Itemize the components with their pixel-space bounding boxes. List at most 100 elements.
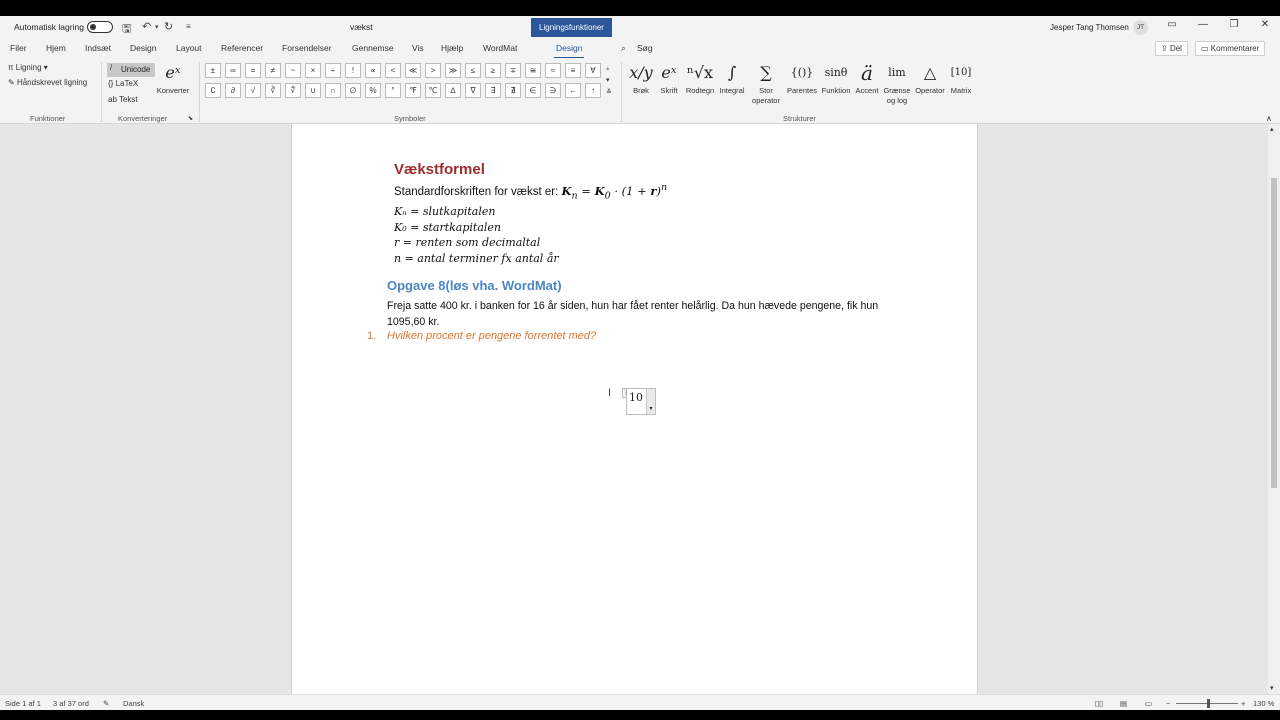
ribbon-display-options-icon[interactable]: ▭ (1162, 19, 1182, 30)
save-icon[interactable]: 🖫 (122, 20, 131, 39)
symbol-button[interactable]: ≪ (405, 63, 421, 78)
symbol-button[interactable]: = (245, 63, 261, 78)
symbol-button[interactable]: ← (565, 83, 581, 98)
restore-icon[interactable]: ❐ (1224, 19, 1244, 30)
tab-referencer[interactable]: Referencer (221, 43, 263, 53)
vertical-scrollbar[interactable]: ▴ ▾ (1268, 124, 1280, 694)
symbol-button[interactable]: ≠ (265, 63, 281, 78)
symbol-button[interactable]: ∄ (505, 83, 521, 98)
undo-dropdown-icon[interactable]: ▾ (155, 23, 159, 31)
large-operator-button[interactable]: ∑ Stor operator (747, 60, 785, 106)
scrollbar-thumb[interactable] (1271, 178, 1277, 488)
search-icon[interactable]: ⌕ (621, 43, 626, 54)
symbol-button[interactable]: × (305, 63, 321, 78)
symbol-button[interactable]: ≡ (565, 63, 581, 78)
proofing-icon[interactable]: ✎ (103, 699, 109, 708)
symbol-button[interactable]: ~ (285, 63, 301, 78)
page-count[interactable]: Side 1 af 1 (5, 699, 41, 708)
accent-button[interactable]: ä Accent (853, 60, 881, 95)
document-page[interactable]: Vækstformel Standardforskriften for væks… (291, 124, 978, 694)
gallery-scroll-down-icon[interactable]: ▾ (606, 76, 610, 84)
word-count[interactable]: 3 af 37 ord (53, 699, 89, 708)
symbol-button[interactable]: ∀ (585, 63, 601, 78)
symbol-button[interactable]: ∈ (525, 83, 541, 98)
equation-options-dropdown-icon[interactable]: ▾ (646, 389, 655, 414)
unicode-button[interactable]: Unicode (107, 63, 155, 77)
minimize-icon[interactable]: — (1193, 19, 1213, 30)
symbol-button[interactable]: ÷ (325, 63, 341, 78)
language[interactable]: Dansk (123, 699, 144, 708)
function-button[interactable]: sinθ Funktion (819, 60, 853, 95)
tab-filer[interactable]: Filer (10, 43, 27, 53)
symbol-button[interactable]: < (385, 63, 401, 78)
symbol-button[interactable]: ≈ (545, 63, 561, 78)
tab-hjem[interactable]: Hjem (46, 43, 66, 53)
tab-gennemse[interactable]: Gennemse (352, 43, 394, 53)
tab-design[interactable]: Design (130, 43, 156, 53)
symbol-button[interactable]: ∅ (345, 83, 361, 98)
gallery-more-icon[interactable]: ≚ (606, 88, 612, 96)
symbol-button[interactable]: ∆ (445, 83, 461, 98)
symbol-button[interactable]: ≫ (445, 63, 461, 78)
operator-button[interactable]: △ Operator (913, 60, 947, 95)
symbol-button[interactable]: ± (205, 63, 221, 78)
tab-wordmat[interactable]: WordMat (483, 43, 517, 53)
symbol-button[interactable]: > (425, 63, 441, 78)
gallery-scroll-up-icon[interactable]: ▴ (606, 64, 610, 72)
matrix-button[interactable]: [10] Matrix (947, 60, 975, 95)
symbol-button[interactable]: % (365, 83, 381, 98)
symbol-button[interactable]: ℉ (405, 83, 421, 98)
share-button[interactable]: ⇪ Del (1155, 41, 1188, 56)
symbol-button[interactable]: ∓ (505, 63, 521, 78)
scroll-up-icon[interactable]: ▴ (1270, 125, 1274, 133)
radical-button[interactable]: ⁿ√x Rodtegn (684, 60, 716, 95)
zoom-out-icon[interactable]: − (1166, 699, 1170, 708)
symbol-button[interactable]: ℃ (425, 83, 441, 98)
tab-indsaet[interactable]: Indsæt (85, 43, 111, 53)
symbol-button[interactable]: √ (245, 83, 261, 98)
search-label[interactable]: Søg (637, 43, 653, 53)
symbol-button[interactable]: ∂ (225, 83, 241, 98)
bracket-button[interactable]: {()} Parentes (785, 60, 819, 95)
tab-layout[interactable]: Layout (176, 43, 202, 53)
print-layout-icon[interactable]: ▤ (1120, 699, 1127, 708)
text-button[interactable]: ab Tekst (108, 95, 138, 104)
equation-handle-icon[interactable]: ⋮ (622, 388, 629, 398)
script-button[interactable]: eˣ Skrift (656, 60, 682, 95)
undo-icon[interactable]: ↶ (142, 20, 151, 33)
symbol-button[interactable]: ∪ (305, 83, 321, 98)
redo-icon[interactable]: ↻ (164, 20, 173, 33)
integral-button[interactable]: ∫ Integral (717, 60, 747, 95)
autosave-toggle[interactable] (87, 21, 113, 33)
fraction-button[interactable]: x/y Brøk (628, 60, 654, 95)
avatar[interactable]: JT (1133, 20, 1148, 35)
symbol-button[interactable]: ∇ (465, 83, 481, 98)
latex-button[interactable]: {} LaTeX (108, 79, 138, 88)
symbol-button[interactable]: ≥ (485, 63, 501, 78)
symbol-button[interactable]: ∞ (225, 63, 241, 78)
symbol-button[interactable]: ≅ (525, 63, 541, 78)
symbol-button[interactable]: ≤ (465, 63, 481, 78)
tab-vis[interactable]: Vis (412, 43, 424, 53)
symbol-button[interactable]: ∋ (545, 83, 561, 98)
zoom-level[interactable]: 130 % (1253, 699, 1274, 708)
symbol-button[interactable]: ∁ (205, 83, 221, 98)
collapse-ribbon-icon[interactable]: ∧ (1266, 114, 1272, 123)
equation-value[interactable]: 10 (629, 391, 643, 404)
close-icon[interactable]: ✕ (1255, 19, 1275, 30)
read-mode-icon[interactable]: ▯▯ (1095, 699, 1103, 708)
symbol-button[interactable]: ∃ (485, 83, 501, 98)
symbol-button[interactable]: ! (345, 63, 361, 78)
zoom-in-icon[interactable]: + (1241, 699, 1245, 708)
ink-equation-button[interactable]: ✎ Håndskrevet ligning (8, 78, 87, 87)
tab-hjaelp[interactable]: Hjælp (441, 43, 463, 53)
limit-log-button[interactable]: lim Grænse og log (881, 60, 913, 106)
comments-button[interactable]: ▭ Kommentarer (1195, 41, 1266, 56)
symbol-button[interactable]: ↑ (585, 83, 601, 98)
web-layout-icon[interactable]: ▭ (1145, 699, 1152, 708)
user-name[interactable]: Jesper Tang Thomsen (1050, 23, 1129, 32)
customize-quick-access-icon[interactable]: ≡ (186, 22, 191, 31)
symbol-button[interactable]: ∩ (325, 83, 341, 98)
equation-box[interactable]: ⋮ 10 ▾ (622, 388, 656, 415)
zoom-slider-thumb[interactable] (1207, 699, 1210, 708)
